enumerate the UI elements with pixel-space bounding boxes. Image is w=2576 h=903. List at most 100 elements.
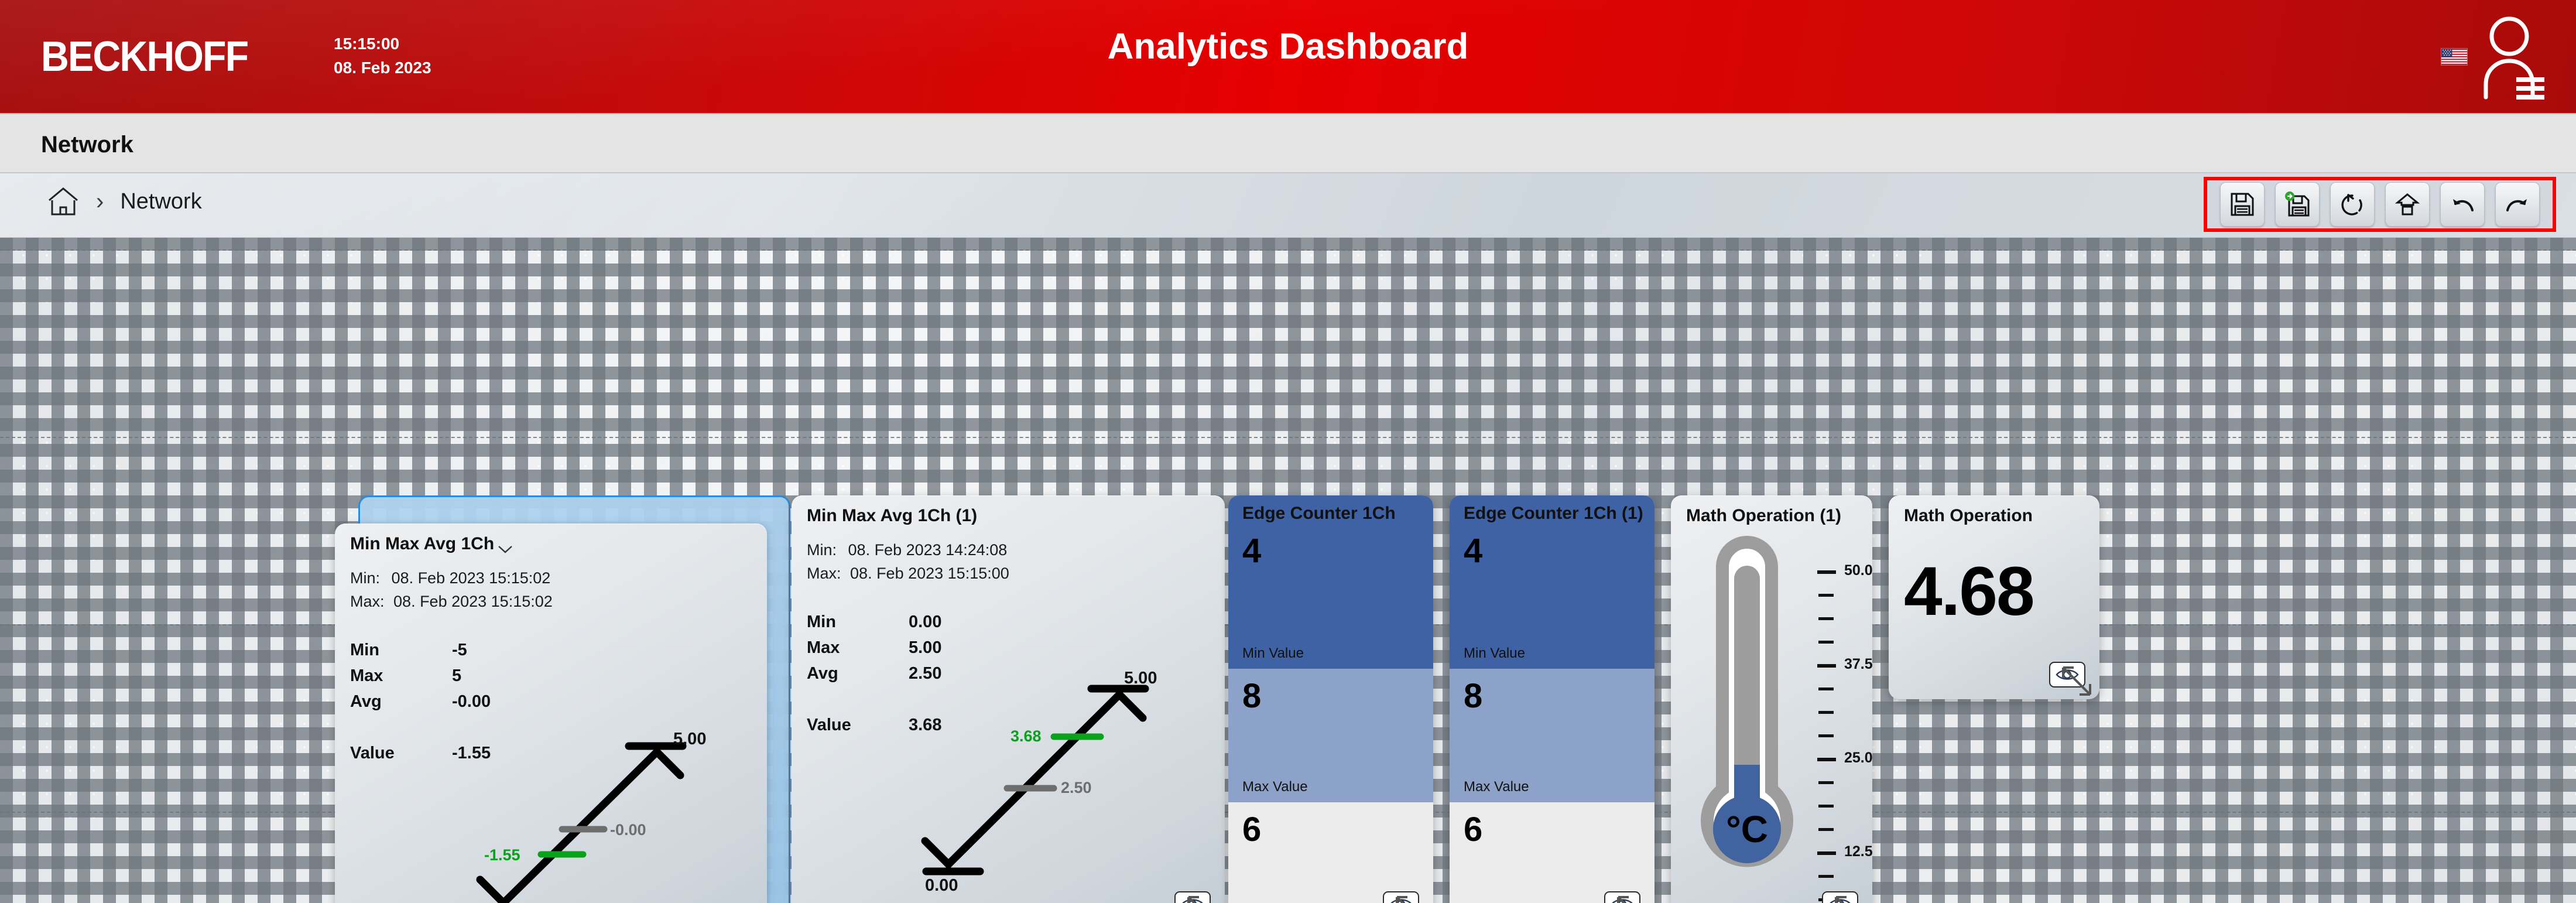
scale-tick-minor [1818,711,1834,714]
min-value-band: Edge Counter 1Ch (1) 4 Min Value [1450,495,1654,669]
math-operation-value: 4.68 [1904,553,2035,630]
max-timestamp-value: 08. Feb 2023 15:15:02 [393,593,553,610]
app-header: BECKHOFF 15:15:00 08. Feb 2023 Analytics… [0,0,2576,113]
scale-tick-minor [1818,875,1834,878]
breadcrumb: › Network [47,186,202,217]
dashboard-canvas[interactable]: Min Max Avg 1Ch Min: 08. Feb 2023 15:15:… [0,238,2576,903]
page-title: Analytics Dashboard [1107,26,1469,67]
thermometer-gauge: °C [1701,536,1793,867]
redo-arrow-icon [2506,199,2527,211]
stat-key: Avg [350,692,382,711]
widget-edge-counter-1ch-1[interactable]: Edge Counter 1Ch (1) 4 Min Value 8 Max V… [1450,495,1654,903]
stat-key: Max [350,666,383,685]
scale-tick-minor [1818,734,1834,737]
scale-tick-minor [1818,687,1834,690]
scale-tick-major [1817,664,1836,668]
widget-title: Edge Counter 1Ch [1242,504,1396,523]
home-icon[interactable] [47,186,80,217]
current-value-label: Value [807,716,851,734]
stat-value: 0.00 [909,613,942,631]
widget-edge-counter-1ch[interactable]: Edge Counter 1Ch 4 Min Value 8 Max Value… [1228,495,1433,903]
avg-value-band: 6 Avg Value [1228,802,1433,903]
resize-handle-icon[interactable] [2058,663,2096,700]
scale-tick-minor [1818,617,1834,620]
stat-key: Min [807,613,836,631]
floppy-disk-plus-icon [2285,191,2310,217]
chevron-down-icon[interactable] [498,545,513,554]
widget-title: Math Operation [1904,506,2033,525]
scale-tick-major [1817,758,1836,761]
min-timestamp-label: Min: [350,569,381,587]
svg-text:°C: °C [1726,808,1768,850]
widget-min-max-avg-1ch-1[interactable]: Min Max Avg 1Ch (1) Min: 08. Feb 2023 14… [792,495,1225,903]
stat-key: Min [350,641,379,659]
upload-button[interactable] [2385,182,2430,227]
resize-handle-icon[interactable] [1614,892,1651,903]
scale-label: 50.00 [1844,562,1872,579]
editor-toolbar [2204,177,2556,232]
scale-tick-major [1817,851,1836,855]
floppy-disk-icon [2231,193,2254,216]
widget-title: Min Max Avg 1Ch [350,534,495,553]
avg-value: 6 [1242,810,1262,849]
avg-value: 6 [1464,810,1483,849]
max-value-caption: Max Value [1242,779,1308,795]
undo-button[interactable] [2440,182,2485,227]
scale-label: 25.00 [1844,750,1872,766]
widget-math-operation-thermometer[interactable]: Math Operation (1) °C 50.00 37.50 25.00 … [1671,495,1872,903]
resize-handle-icon[interactable] [1392,892,1430,903]
min-max-avg-chart [921,685,1149,875]
reset-button[interactable] [2330,182,2375,227]
reset-rotate-icon [2341,194,2362,216]
widget-title: Math Operation (1) [1686,506,1842,525]
max-value-caption: Max Value [1464,779,1529,795]
widget-title: Min Max Avg 1Ch (1) [807,506,978,525]
min-timestamp-value: 08. Feb 2023 14:24:08 [848,541,1008,559]
min-value-caption: Min Value [1464,645,1525,661]
min-max-avg-chart [476,742,687,903]
max-value: 8 [1242,677,1262,715]
save-button[interactable] [2220,182,2265,227]
grid-line [0,249,2576,251]
min-value-caption: Min Value [1242,645,1304,661]
scale-tick-minor [1818,828,1834,831]
scale-tick-minor [1818,594,1834,597]
user-menu-icon[interactable] [2480,12,2546,100]
scale-tick-minor [1818,781,1834,784]
breadcrumb-bar: › Network [0,173,2576,238]
breadcrumb-current[interactable]: Network [120,189,201,214]
upload-arrow-icon [2395,193,2420,216]
widget-title: Edge Counter 1Ch (1) [1464,504,1643,523]
chart-avg-label: -0.00 [610,821,646,839]
scale-tick-minor [1818,805,1834,808]
current-value-label: Value [350,744,395,762]
resize-handle-icon[interactable] [1184,892,1221,903]
scale-label: 37.50 [1844,656,1872,672]
save-as-button[interactable] [2275,182,2320,227]
chart-value-label: 3.68 [1010,727,1042,745]
scale-label: 12.50 [1844,843,1872,860]
chart-max-label: 5.00 [673,730,707,748]
max-timestamp-label: Max: [350,593,385,610]
us-flag-icon[interactable] [2441,48,2468,66]
min-timestamp-value: 08. Feb 2023 15:15:02 [391,569,551,587]
min-value-band: Edge Counter 1Ch 4 Min Value [1228,495,1433,669]
chart-value-label: -1.55 [484,846,520,864]
stat-key: Avg [807,664,838,683]
max-timestamp-value: 08. Feb 2023 15:15:00 [850,565,1009,582]
scale-tick-major [1817,570,1836,574]
widget-min-max-avg-1ch[interactable]: Min Max Avg 1Ch Min: 08. Feb 2023 15:15:… [335,524,767,903]
chart-max-label: 5.00 [1124,669,1157,687]
breadcrumb-separator: › [96,188,104,214]
chart-min-label: 0.00 [925,876,958,895]
stat-value: 5 [452,666,462,685]
stat-key: Max [807,638,840,657]
max-value-band: 8 Max Value [1228,669,1433,802]
max-timestamp-label: Max: [807,565,841,582]
undo-arrow-icon [2453,199,2474,211]
stat-value: -5 [452,641,467,659]
resize-handle-icon[interactable] [1831,892,1869,903]
redo-button[interactable] [2495,182,2540,227]
min-value: 4 [1242,532,1262,570]
max-value: 8 [1464,677,1483,715]
